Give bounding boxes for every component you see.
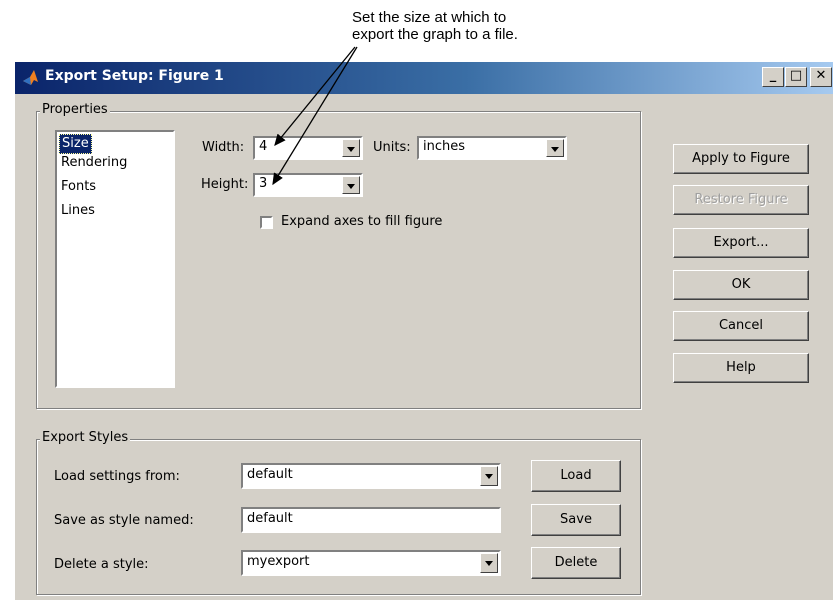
help-button[interactable]: Help	[673, 353, 809, 383]
minimize-button[interactable]: _	[762, 67, 784, 87]
load-settings-dropdown[interactable]: default	[241, 463, 501, 489]
height-label: Height:	[201, 177, 249, 192]
delete-button[interactable]: Delete	[531, 547, 621, 579]
save-button[interactable]: Save	[531, 504, 621, 536]
save-style-label: Save as style named:	[54, 513, 194, 528]
load-settings-label: Load settings from:	[54, 469, 180, 484]
cancel-button[interactable]: Cancel	[673, 311, 809, 341]
height-value: 3	[259, 176, 268, 191]
expand-axes-checkbox[interactable]	[260, 216, 273, 229]
list-item-size[interactable]: Size	[59, 134, 92, 154]
restore-figure-button[interactable]: Restore Figure	[673, 185, 809, 215]
delete-style-value: myexport	[247, 554, 310, 569]
width-value: 4	[259, 139, 268, 154]
properties-category-list[interactable]: Size Rendering Fonts Lines	[55, 130, 175, 388]
callout-line-1: Set the size at which to	[352, 9, 507, 26]
expand-axes-label: Expand axes to fill figure	[281, 214, 443, 229]
apply-to-figure-button[interactable]: Apply to Figure	[673, 144, 809, 174]
list-item-rendering[interactable]: Rendering	[59, 154, 129, 172]
title-bar[interactable]: Export Setup: Figure 1 _ □ ✕	[15, 62, 833, 94]
ok-button[interactable]: OK	[673, 270, 809, 300]
window-title: Export Setup: Figure 1	[45, 68, 224, 84]
close-button[interactable]: ✕	[810, 67, 832, 87]
units-dropdown[interactable]: inches	[417, 136, 567, 160]
save-style-value: default	[247, 511, 293, 526]
chevron-down-icon[interactable]	[342, 176, 360, 194]
properties-group-label: Properties	[40, 102, 110, 117]
chevron-down-icon[interactable]	[480, 553, 498, 573]
list-item-fonts[interactable]: Fonts	[59, 178, 98, 196]
export-button[interactable]: Export...	[673, 228, 809, 258]
save-style-input[interactable]: default	[241, 507, 501, 533]
delete-style-label: Delete a style:	[54, 557, 149, 572]
load-settings-value: default	[247, 467, 293, 482]
width-dropdown[interactable]: 4	[253, 136, 363, 160]
chevron-down-icon[interactable]	[546, 139, 564, 157]
matlab-logo-icon	[23, 70, 38, 85]
chevron-down-icon[interactable]	[342, 139, 360, 157]
units-label: Units:	[373, 140, 411, 155]
callout-line-2: export the graph to a file.	[352, 26, 518, 43]
export-setup-window: Export Setup: Figure 1 _ □ ✕ Properties …	[14, 62, 833, 600]
load-button[interactable]: Load	[531, 460, 621, 492]
export-styles-group-label: Export Styles	[40, 430, 131, 445]
callout-annotation: Set the size at which to export the grap…	[352, 9, 518, 43]
units-value: inches	[423, 139, 466, 154]
height-dropdown[interactable]: 3	[253, 173, 363, 197]
width-label: Width:	[202, 140, 245, 155]
chevron-down-icon[interactable]	[480, 466, 498, 486]
delete-style-dropdown[interactable]: myexport	[241, 550, 501, 576]
list-item-lines[interactable]: Lines	[59, 202, 97, 220]
maximize-button[interactable]: □	[785, 67, 807, 87]
